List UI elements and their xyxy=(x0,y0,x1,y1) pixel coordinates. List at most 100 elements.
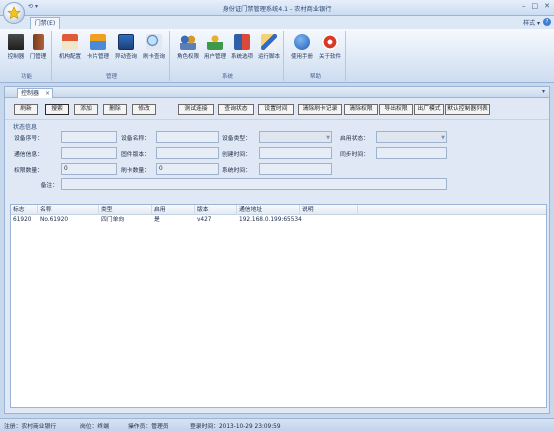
search-button[interactable]: 搜索 xyxy=(45,104,69,115)
default-controller-list-button[interactable]: 默认控制器列表 xyxy=(445,104,490,115)
clear-permissions-button[interactable]: 清除权限 xyxy=(344,104,378,115)
magnifier-icon xyxy=(146,34,162,50)
tab-controller-label: 控制器 xyxy=(21,90,40,97)
device-name-label: 设备名称： xyxy=(121,136,150,142)
house-icon xyxy=(62,34,78,50)
enabled-status-select[interactable]: ▼ xyxy=(376,131,447,143)
firmware-label: 固件版本： xyxy=(121,152,150,158)
device-serial-field[interactable] xyxy=(61,131,117,143)
delete-button[interactable]: 删除 xyxy=(103,104,127,115)
column-header-enabled[interactable]: 启用 xyxy=(152,205,195,215)
change-query-button[interactable]: 异动查询 xyxy=(114,34,138,70)
column-header-name[interactable]: 名称 xyxy=(38,205,99,215)
remark-label: 备注： xyxy=(40,183,58,189)
sync-time-label: 同步时间： xyxy=(340,152,369,158)
controller-icon xyxy=(8,34,24,50)
remark-field[interactable] xyxy=(61,178,447,190)
user-management-button[interactable]: 用户管理 xyxy=(203,34,227,70)
tab-controller[interactable]: 控制器 × xyxy=(17,88,53,98)
ribbon: 控制器 门管理 功能 机构配置 卡片管理 异动查询 刷卡查询 管理 角色权限 用… xyxy=(0,29,554,83)
device-serial-label: 设备序号： xyxy=(14,136,43,142)
star-icon xyxy=(7,6,21,20)
role-permission-button[interactable]: 角色权限 xyxy=(176,34,200,70)
query-status-button[interactable]: 查询状态 xyxy=(218,104,254,115)
system-time-field[interactable] xyxy=(259,163,332,175)
help-circle-icon xyxy=(294,34,310,50)
tab-list-dropdown-icon[interactable]: ▾ xyxy=(542,88,545,95)
add-button[interactable]: 添加 xyxy=(74,104,98,115)
modify-button[interactable]: 修改 xyxy=(132,104,156,115)
card-house-icon xyxy=(90,34,106,50)
script-icon xyxy=(261,34,277,50)
chevron-down-icon: ▼ xyxy=(441,135,445,141)
group-label-function: 功能 xyxy=(20,74,32,80)
card-count-field[interactable]: 0 xyxy=(156,163,219,175)
clear-card-records-button[interactable]: 清除刷卡记录 xyxy=(298,104,342,115)
column-header-version[interactable]: 版本 xyxy=(195,205,237,215)
comm-info-field[interactable] xyxy=(61,147,117,159)
card-management-button[interactable]: 卡片管理 xyxy=(86,34,110,70)
test-connection-button[interactable]: 测试连接 xyxy=(178,104,214,115)
table-row[interactable]: 61920 No.61920 四门单向 是 v427 192.168.0.199… xyxy=(11,215,546,225)
swipe-query-button[interactable]: 刷卡查询 xyxy=(142,34,166,70)
tab-close-icon[interactable]: × xyxy=(45,89,50,98)
status-operator: 操作员：管理员 xyxy=(128,424,169,430)
status-panel-title: 状态信息 xyxy=(13,124,38,131)
column-header-address[interactable]: 通信地址 xyxy=(237,205,300,215)
swipe-query-label: 刷卡查询 xyxy=(142,54,165,60)
user-manual-button[interactable]: 使用手册 xyxy=(290,34,314,70)
export-permissions-button[interactable]: 导出权限 xyxy=(379,104,413,115)
status-unit: 注册：农村商业银行 xyxy=(4,424,57,430)
permission-count-label: 权限数量： xyxy=(14,168,43,174)
device-type-select[interactable]: ▼ xyxy=(259,131,332,143)
cell-type: 四门单向 xyxy=(101,217,125,223)
run-script-button[interactable]: 运行脚本 xyxy=(257,34,281,70)
users-icon xyxy=(180,34,196,50)
ribbon-group-management: 机构配置 卡片管理 异动查询 刷卡查询 管理 xyxy=(54,31,170,81)
group-label-help: 帮助 xyxy=(309,74,321,80)
options-book-icon xyxy=(234,34,250,50)
about-button[interactable]: 关于软件 xyxy=(318,34,342,70)
card-count-label: 刷卡数量： xyxy=(121,168,150,174)
refresh-button[interactable]: 刷新 xyxy=(14,104,38,115)
help-icon[interactable]: ? xyxy=(543,18,551,26)
tab-door-access[interactable]: 门禁(E) xyxy=(30,17,60,29)
controller-toolbar: 刷新 搜索 添加 删除 修改 测试连接 查询状态 设置时间 清除刷卡记录 清除权… xyxy=(5,98,549,120)
table-header: 标志 名称 类型 启用 版本 通信地址 说明 xyxy=(11,205,546,215)
device-type-label: 设备类型： xyxy=(222,136,251,142)
controller-document-window: 控制器 × ▾ 刷新 搜索 添加 删除 修改 测试连接 查询状态 设置时间 清除… xyxy=(4,86,550,414)
enabled-status-label: 启用状态： xyxy=(340,136,369,142)
permission-count-field[interactable]: 0 xyxy=(61,163,117,175)
chevron-down-icon: ▼ xyxy=(326,135,330,141)
app-menu-button[interactable] xyxy=(3,2,25,24)
cell-enabled: 是 xyxy=(154,217,160,223)
ribbon-group-function: 控制器 门管理 功能 xyxy=(2,31,52,81)
style-menu[interactable]: 样式 ▾ xyxy=(523,18,540,27)
title-bar: ⟲ ▾ 身份证门禁管理系统4.1 - 农村商业银行 – □ ✕ xyxy=(0,0,554,24)
cell-description xyxy=(300,215,302,225)
ribbon-group-help: 使用手册 关于软件 帮助 xyxy=(286,31,346,81)
column-header-type[interactable]: 类型 xyxy=(99,205,152,215)
door-management-button[interactable]: 门管理 xyxy=(26,34,50,70)
door-icon xyxy=(32,34,44,50)
window-controls: – □ ✕ xyxy=(522,2,550,10)
create-time-field[interactable] xyxy=(259,147,332,159)
controller-table: 标志 名称 类型 启用 版本 通信地址 说明 61920 No.61920 四门… xyxy=(10,204,547,408)
device-name-field[interactable] xyxy=(156,131,219,143)
firmware-field[interactable] xyxy=(156,147,219,159)
set-time-button[interactable]: 设置时间 xyxy=(258,104,294,115)
about-target-icon xyxy=(322,34,338,50)
restore-button[interactable]: □ xyxy=(532,2,539,10)
close-button[interactable]: ✕ xyxy=(544,2,550,10)
system-options-button[interactable]: 系统选项 xyxy=(230,34,254,70)
minimize-button[interactable]: – xyxy=(522,2,526,10)
column-header-description[interactable]: 说明 xyxy=(300,205,358,215)
cell-version: v427 xyxy=(197,217,212,223)
factory-mode-button[interactable]: 出厂模式 xyxy=(414,104,444,115)
cell-flag: 61920 xyxy=(13,217,32,223)
cell-name: No.61920 xyxy=(40,217,69,223)
column-header-flag[interactable]: 标志 xyxy=(11,205,38,215)
group-label-management: 管理 xyxy=(105,74,117,80)
sync-time-field[interactable] xyxy=(376,147,447,159)
org-config-button[interactable]: 机构配置 xyxy=(58,34,82,70)
